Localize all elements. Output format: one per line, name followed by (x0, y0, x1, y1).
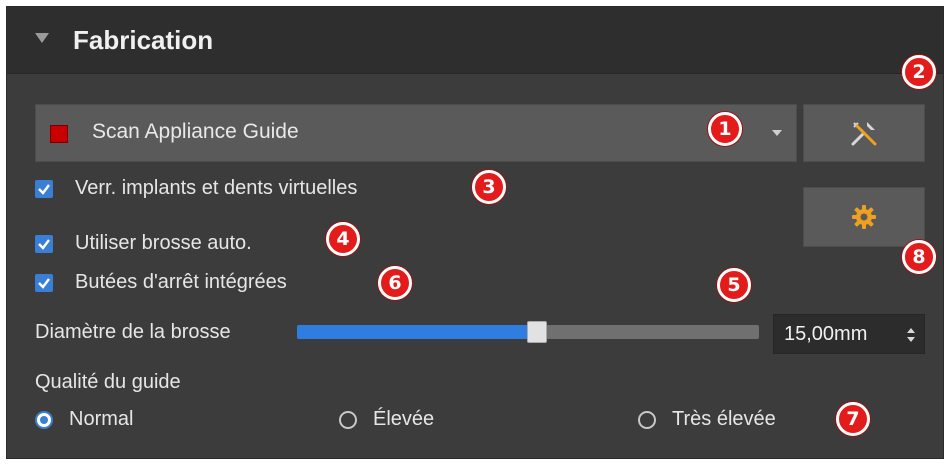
slider-thumb[interactable] (527, 321, 548, 343)
gear-icon (852, 205, 876, 229)
checkmark-icon (38, 278, 50, 289)
tools-icon (851, 122, 877, 146)
brush-diameter-label: Diamètre de la brosse (35, 321, 231, 343)
tools-button[interactable] (803, 104, 925, 162)
guide-select[interactable]: Scan Appliance Guide (35, 104, 797, 162)
checkbox-label: Butées d'arrêt intégrées (75, 271, 287, 293)
checkbox-stops[interactable] (35, 274, 53, 292)
checkbox-label: Verr. implants et dents virtuelles (75, 177, 358, 199)
radio-label: Élevée (373, 408, 435, 430)
annotation-marker: 7 (836, 402, 870, 436)
annotation-marker: 4 (326, 222, 360, 256)
annotation-marker: 1 (708, 112, 742, 146)
brush-diameter-slider[interactable] (297, 321, 759, 343)
radio-button[interactable] (638, 411, 656, 429)
fabrication-panel: Fabrication Scan Appliance Guide Verr. i… (6, 6, 944, 459)
checkbox-lock-implants[interactable] (35, 180, 53, 198)
panel-header[interactable]: Fabrication (7, 7, 943, 74)
radio-button[interactable] (35, 411, 53, 429)
radio-label: Très élevée (672, 408, 776, 430)
chevron-down-icon[interactable] (772, 130, 782, 136)
spin-up-icon[interactable] (907, 328, 915, 333)
annotation-marker: 6 (378, 266, 412, 300)
spin-down-icon[interactable] (907, 337, 915, 342)
radio-button[interactable] (339, 411, 357, 429)
annotation-marker: 8 (902, 240, 936, 274)
settings-button[interactable] (803, 187, 925, 247)
checkmark-icon (38, 239, 50, 250)
checkbox-label: Utiliser brosse auto. (75, 232, 252, 254)
guide-quality-label: Qualité du guide (35, 371, 181, 393)
guide-select-value: Scan Appliance Guide (92, 120, 299, 143)
annotation-marker: 2 (902, 55, 936, 89)
annotation-marker: 5 (717, 268, 751, 302)
brush-diameter-spinbox[interactable]: 15,00mm (773, 314, 925, 354)
annotation-marker: 3 (472, 170, 506, 204)
checkbox-auto-brush[interactable] (35, 235, 53, 253)
radio-label: Normal (69, 408, 134, 430)
checkmark-icon (38, 184, 50, 195)
triangle-down-icon[interactable] (35, 33, 49, 43)
panel-title: Fabrication (73, 25, 214, 55)
guide-color-swatch (50, 125, 68, 143)
slider-fill (297, 325, 538, 339)
brush-diameter-value: 15,00mm (784, 323, 868, 345)
